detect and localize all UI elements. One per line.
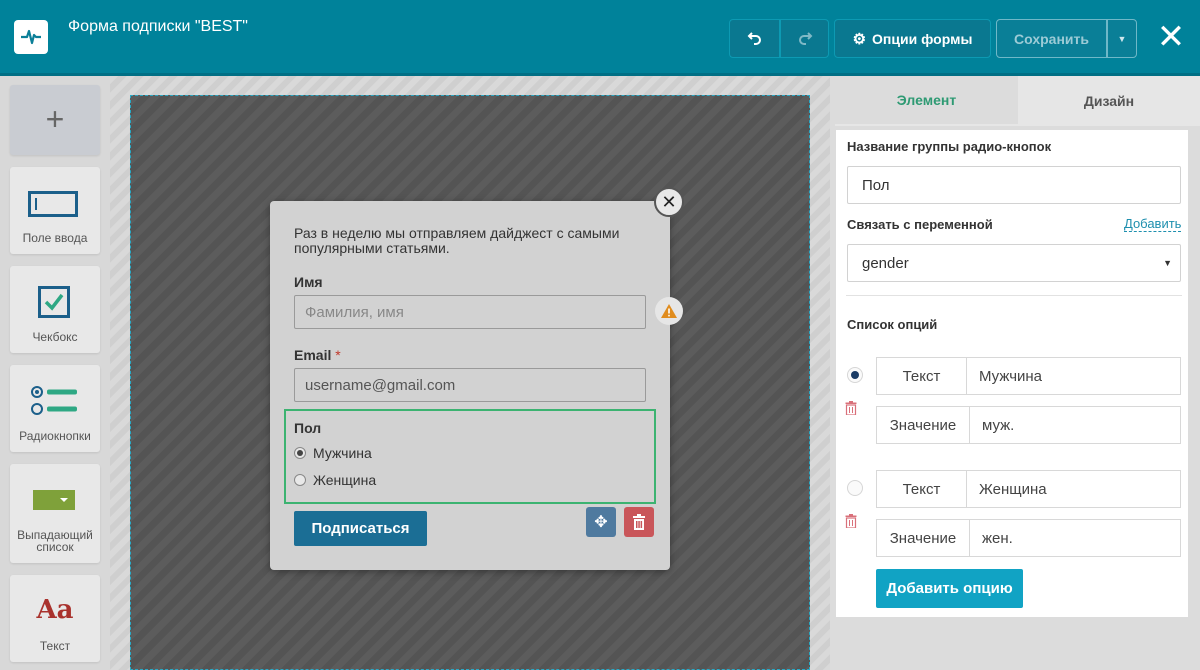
form-title: Форма подписки "BEST"	[68, 18, 248, 35]
radio-option[interactable]: Мужчина	[294, 445, 372, 461]
save-button[interactable]: Сохранить	[996, 19, 1107, 58]
delete-option-icon[interactable]	[845, 401, 857, 415]
tab-design[interactable]: Дизайн	[1018, 76, 1200, 126]
palette-item-radio[interactable]: Радиокнопки	[10, 365, 100, 452]
default-option-radio[interactable]	[847, 367, 863, 383]
form-options-button[interactable]: ⚙ Опции формы	[834, 19, 991, 58]
email-label: Email *	[294, 347, 341, 363]
email-label-text: Email	[294, 347, 332, 363]
close-icon[interactable]: ✕	[1154, 20, 1188, 54]
palette-item-input[interactable]: Поле ввода	[10, 167, 100, 254]
default-option-radio[interactable]	[847, 480, 863, 496]
email-input[interactable]: username@gmail.com	[294, 368, 646, 402]
radio-group-title: Пол	[294, 420, 322, 436]
radio-option[interactable]: Женщина	[294, 472, 376, 488]
text-aa-icon: Aa	[36, 595, 74, 625]
radio-option-label: Мужчина	[313, 445, 372, 461]
option-text-input[interactable]: Мужчина	[966, 357, 1181, 395]
move-icon[interactable]: ✥	[586, 507, 616, 537]
caret-down-icon: ▼	[1163, 258, 1172, 268]
warning-icon[interactable]	[655, 297, 683, 325]
gear-icon: ⚙	[852, 30, 867, 48]
dropdown-icon	[33, 490, 75, 510]
app-logo-icon[interactable]	[14, 20, 48, 54]
add-variable-link[interactable]: Добавить	[1124, 217, 1182, 232]
divider	[846, 295, 1182, 296]
caret-down-icon: ▼	[1117, 33, 1127, 44]
delete-option-icon[interactable]	[845, 514, 857, 528]
save-dropdown-button[interactable]: ▼	[1107, 19, 1137, 58]
name-label: Имя	[294, 274, 323, 290]
variable-select-value: gender	[862, 254, 909, 272]
option-text-key: Текст	[876, 357, 967, 395]
tab-element[interactable]: Элемент	[835, 76, 1018, 126]
undo-button[interactable]	[729, 19, 780, 58]
checkbox-icon	[38, 286, 70, 318]
form-options-label: Опции формы	[872, 30, 973, 47]
required-mark: *	[335, 347, 341, 363]
option-text-input[interactable]: Женщина	[966, 470, 1181, 508]
trash-icon[interactable]	[624, 507, 654, 537]
element-palette: + Поле ввода Чекбокс Радиокнопки Выпадаю…	[0, 76, 110, 670]
redo-icon	[798, 31, 812, 45]
redo-button[interactable]	[780, 19, 829, 58]
add-element-button[interactable]: +	[10, 85, 100, 155]
palette-item-label: Радиокнопки	[19, 429, 91, 443]
palette-item-label: Поле ввода	[22, 231, 88, 245]
radio-unchecked-icon	[294, 474, 306, 486]
palette-item-label: Текст	[39, 639, 71, 653]
variable-select[interactable]: gender ▼	[847, 244, 1181, 282]
palette-item-checkbox[interactable]: Чекбокс	[10, 266, 100, 353]
options-list-title: Список опций	[847, 317, 938, 332]
top-bar: Форма подписки "BEST" ⚙ Опции формы Сохр…	[0, 0, 1200, 76]
option-value-key: Значение	[876, 406, 970, 444]
input-field-icon	[28, 191, 78, 217]
variable-label: Связать с переменной	[847, 217, 993, 232]
radio-option-label: Женщина	[313, 472, 377, 488]
form-intro-text: Раз в неделю мы отправляем дайджест с са…	[294, 225, 620, 256]
option-text-key: Текст	[876, 470, 967, 508]
group-name-label: Название группы радио-кнопок	[847, 139, 1052, 154]
subscribe-button[interactable]: Подписаться	[294, 511, 427, 546]
palette-item-label: Выпадающий список	[17, 528, 93, 554]
option-value-input[interactable]: муж.	[969, 406, 1181, 444]
popup-close-icon[interactable]: ✕	[654, 187, 684, 217]
option-value-input[interactable]: жен.	[969, 519, 1181, 557]
radio-checked-icon	[294, 447, 306, 459]
option-value-key: Значение	[876, 519, 970, 557]
palette-item-label: Чекбокс	[32, 330, 78, 344]
group-name-input[interactable]: Пол	[847, 166, 1181, 204]
undo-icon	[747, 31, 761, 45]
name-input[interactable]: Фамилия, имя	[294, 295, 646, 329]
palette-item-dropdown[interactable]: Выпадающий список	[10, 464, 100, 563]
add-option-button[interactable]: Добавить опцию	[876, 569, 1023, 608]
radio-buttons-icon	[31, 386, 77, 415]
palette-item-text[interactable]: Aa Текст	[10, 575, 100, 662]
